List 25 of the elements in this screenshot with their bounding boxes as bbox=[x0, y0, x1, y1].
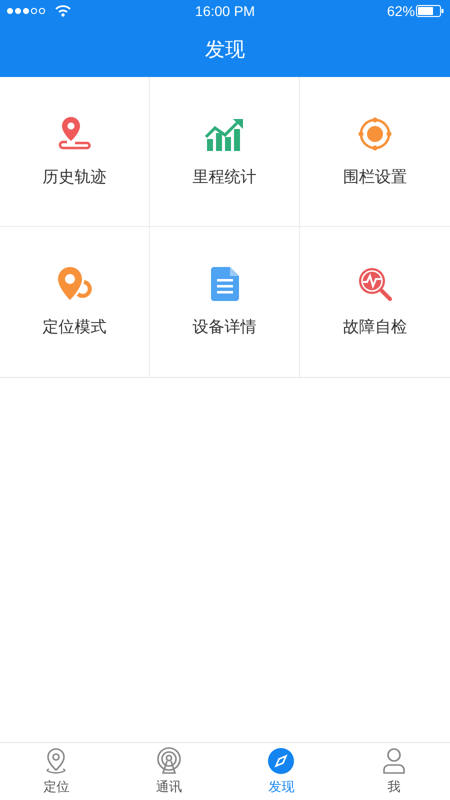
feature-tile[interactable]: 故障自检 bbox=[300, 227, 450, 377]
feature-tile[interactable]: 历史轨迹 bbox=[0, 77, 150, 227]
status-time: 16:00 PM bbox=[194, 2, 256, 20]
tab-bar-item[interactable]: 我 bbox=[338, 743, 450, 800]
person-icon bbox=[380, 746, 407, 775]
battery-percent: 62% bbox=[386, 2, 415, 20]
feature-tile[interactable]: 围栏设置 bbox=[300, 77, 450, 227]
feature-tile[interactable]: 定位模式 bbox=[0, 227, 150, 377]
document-icon bbox=[210, 267, 238, 301]
feature-tile[interactable]: 设备详情 bbox=[150, 227, 300, 377]
radio-tower-icon bbox=[156, 746, 182, 775]
tab-bar-item[interactable]: 定位 bbox=[0, 743, 112, 800]
bar-chart-up-icon bbox=[204, 116, 244, 150]
location-pin-icon bbox=[56, 266, 94, 302]
wifi-icon bbox=[55, 5, 71, 17]
tab-bar-item[interactable]: 通讯 bbox=[112, 743, 225, 800]
tab-bar-item[interactable]: 发现 bbox=[225, 743, 338, 800]
location-pin-icon bbox=[44, 746, 68, 775]
feature-tile[interactable]: 里程统计 bbox=[150, 77, 300, 227]
target-icon bbox=[357, 116, 393, 152]
magnifier-pulse-icon bbox=[357, 266, 393, 302]
compass-icon bbox=[267, 746, 296, 775]
location-track-icon bbox=[56, 114, 92, 152]
page-title: 发现 bbox=[205, 38, 245, 62]
battery-icon bbox=[416, 5, 444, 17]
